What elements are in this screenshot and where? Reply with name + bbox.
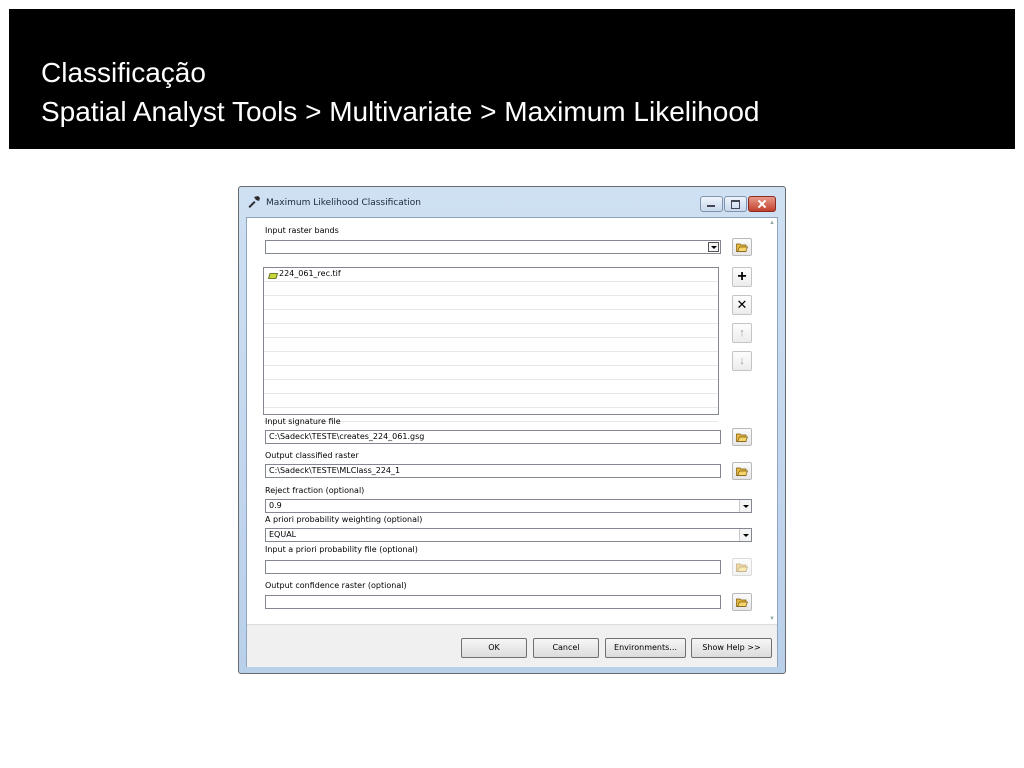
chevron-down-icon[interactable] [739,500,751,512]
window-controls [699,196,776,212]
ok-button[interactable]: OK [461,638,527,658]
browse-raster-bands-button[interactable] [732,238,752,256]
dialog-titlebar[interactable]: Maximum Likelihood Classification [239,187,785,217]
browse-confidence-raster-button[interactable] [732,593,752,611]
raster-bands-list[interactable]: 224_061_rec.tif [263,267,719,422]
maximize-button[interactable] [724,196,747,212]
list-item [264,338,718,352]
x-icon: ✕ [736,297,748,312]
a-priori-weighting-label: A priori probability weighting (optional… [265,515,423,524]
list-item[interactable]: 224_061_rec.tif [264,268,718,282]
show-help-button[interactable]: Show Help >> [691,638,772,658]
slide-title: Classificação [41,57,206,88]
browse-a-priori-file-button[interactable] [732,558,752,576]
a-priori-file-label: Input a priori probability file (optiona… [265,545,418,554]
output-classified-raster-label: Output classified raster [265,451,359,460]
dialog-footer: OK Cancel Environments... Show Help >> [247,624,777,667]
move-up-button[interactable]: ↑ [732,323,752,343]
open-folder-icon [736,598,748,607]
scroll-down-icon[interactable]: ▼ [769,616,775,622]
plus-icon: + [737,268,747,285]
list-item [264,296,718,310]
dialog-client-area: Input raster bands 224_061_rec.tif + ✕ ↑… [246,217,778,667]
slide-subtitle: Spatial Analyst Tools > Multivariate > M… [41,96,760,127]
reject-fraction-select[interactable]: 0.9 [265,499,752,513]
list-item [264,394,718,408]
list-item [264,380,718,394]
chevron-down-icon[interactable] [708,242,719,252]
a-priori-weighting-select[interactable]: EQUAL [265,528,752,542]
output-confidence-raster-input[interactable] [265,595,721,609]
open-folder-icon [736,243,748,252]
minimize-button[interactable] [700,196,723,212]
scroll-up-icon[interactable]: ▲ [769,220,775,226]
maximum-likelihood-dialog: Maximum Likelihood Classification Input … [238,186,786,674]
output-classified-raster-input[interactable]: C:\Sadeck\TESTE\MLClass_224_1 [265,464,721,478]
remove-raster-button[interactable]: ✕ [732,295,752,315]
chevron-down-icon[interactable] [739,529,751,541]
input-signature-file-input[interactable]: C:\Sadeck\TESTE\creates_224_061.gsg [265,430,721,444]
form-scrollbar[interactable]: ▲ ▼ [768,218,777,624]
list-item [264,352,718,366]
output-confidence-raster-label: Output confidence raster (optional) [265,581,407,590]
browse-output-raster-button[interactable] [732,462,752,480]
input-raster-bands-combo[interactable] [265,240,721,254]
reject-fraction-label: Reject fraction (optional) [265,486,365,495]
input-signature-file-label: Input signature file [265,417,341,426]
browse-signature-file-button[interactable] [732,428,752,446]
open-folder-icon [736,433,748,442]
list-item [264,324,718,338]
tool-parameters-form: Input raster bands 224_061_rec.tif + ✕ ↑… [247,218,768,624]
cancel-button[interactable]: Cancel [533,638,599,658]
list-item [264,282,718,296]
arrow-up-icon: ↑ [739,327,745,339]
list-item [264,310,718,324]
reject-fraction-value: 0.9 [269,501,282,510]
a-priori-file-input[interactable] [265,560,721,574]
add-raster-button[interactable]: + [732,267,752,287]
arrow-down-icon: ↓ [739,355,745,367]
input-raster-bands-label: Input raster bands [265,226,339,235]
open-folder-icon [736,563,748,572]
close-button[interactable] [748,196,776,212]
list-item [264,366,718,380]
a-priori-weighting-value: EQUAL [269,530,297,539]
hammer-icon [247,195,261,209]
move-down-button[interactable]: ↓ [732,351,752,371]
dialog-title: Maximum Likelihood Classification [266,198,421,208]
open-folder-icon [736,467,748,476]
environments-button[interactable]: Environments... [605,638,686,658]
slide-title-banner: Classificação Spatial Analyst Tools > Mu… [9,9,1015,149]
raster-item-label: 224_061_rec.tif [279,269,341,278]
